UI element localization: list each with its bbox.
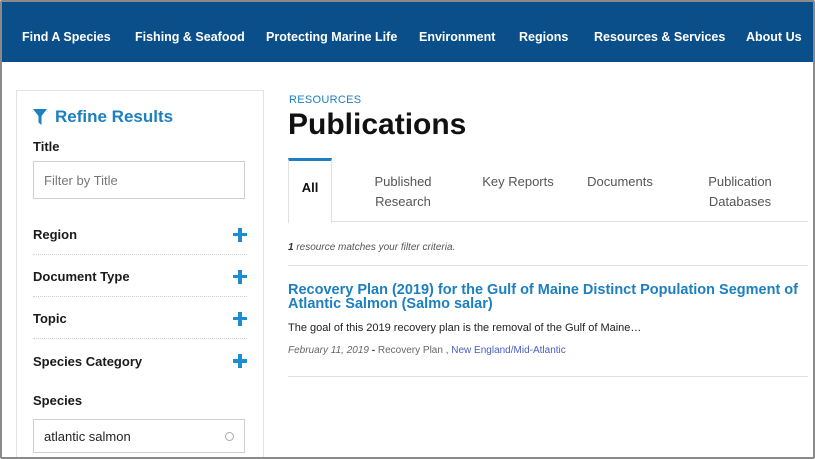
page-title: Publications xyxy=(288,108,467,141)
facet-label: Species Category xyxy=(33,353,143,369)
species-filter-label: Species xyxy=(33,393,83,408)
result-meta: February 11, 2019 - Recovery Plan , New … xyxy=(288,345,566,356)
title-filter-label: Title xyxy=(33,139,60,154)
top-navigation: Find A Species Fishing & Seafood Protect… xyxy=(2,2,813,62)
tab-all[interactable]: All xyxy=(288,158,332,223)
browser-frame: Find A Species Fishing & Seafood Protect… xyxy=(0,0,815,459)
result-title-link[interactable]: Recovery Plan (2019) for the Gulf of Mai… xyxy=(288,283,813,312)
publication-tabs: All Published Research Key Reports Docum… xyxy=(288,158,808,223)
plus-icon[interactable] xyxy=(233,269,247,284)
facet-label: Document Type xyxy=(33,269,130,284)
facet-label: Topic xyxy=(33,311,67,326)
results-count-note: 1 resource matches your filter criteria. xyxy=(288,242,455,253)
facet-label: Region xyxy=(33,227,78,242)
filter-icon xyxy=(33,109,47,125)
result-description: The goal of this 2019 recovery plan is t… xyxy=(288,322,642,334)
nav-find-a-species[interactable]: Find A Species xyxy=(22,30,111,44)
species-filter-field[interactable] xyxy=(33,419,245,453)
refine-sidebar: Refine Results Title Region Document Typ… xyxy=(16,90,264,457)
nav-resources-services[interactable]: Resources & Services xyxy=(594,30,725,44)
section-eyebrow[interactable]: RESOURCES xyxy=(289,94,361,106)
facet-species-category[interactable]: Species Category xyxy=(33,341,247,381)
results-bottom-divider xyxy=(288,376,808,377)
results-count-text: resource matches your filter criteria. xyxy=(296,242,456,253)
refine-header: Refine Results xyxy=(33,107,173,127)
tab-published-research[interactable]: Published Research xyxy=(358,158,448,222)
plus-icon[interactable] xyxy=(233,311,247,326)
results-divider xyxy=(288,265,808,266)
result-type: Recovery Plan xyxy=(377,345,443,356)
nav-about-us[interactable]: About Us xyxy=(746,30,802,44)
loading-ring-icon xyxy=(225,431,234,441)
result-region-link[interactable]: New England/Mid-Atlantic xyxy=(451,345,566,356)
plus-icon[interactable] xyxy=(233,354,247,368)
facet-region[interactable]: Region xyxy=(33,215,247,255)
result-separator: - xyxy=(371,345,376,356)
result-comma: , xyxy=(445,345,449,356)
tab-key-reports[interactable]: Key Reports xyxy=(478,158,558,222)
nav-protecting-marine-life[interactable]: Protecting Marine Life xyxy=(266,30,397,44)
nav-fishing-seafood[interactable]: Fishing & Seafood xyxy=(135,30,245,44)
plus-icon[interactable] xyxy=(233,227,247,242)
title-filter-input[interactable] xyxy=(33,161,245,199)
facet-document-type[interactable]: Document Type xyxy=(33,257,247,297)
facet-topic[interactable]: Topic xyxy=(33,299,247,339)
nav-environment[interactable]: Environment xyxy=(419,30,495,44)
nav-regions[interactable]: Regions xyxy=(519,30,568,44)
tab-documents[interactable]: Documents xyxy=(580,158,660,222)
results-count: 1 xyxy=(288,242,294,253)
refine-title: Refine Results xyxy=(55,107,174,126)
tab-publication-databases[interactable]: Publication Databases xyxy=(698,158,782,222)
species-filter-input[interactable] xyxy=(44,428,214,444)
result-date: February 11, 2019 xyxy=(288,345,369,356)
